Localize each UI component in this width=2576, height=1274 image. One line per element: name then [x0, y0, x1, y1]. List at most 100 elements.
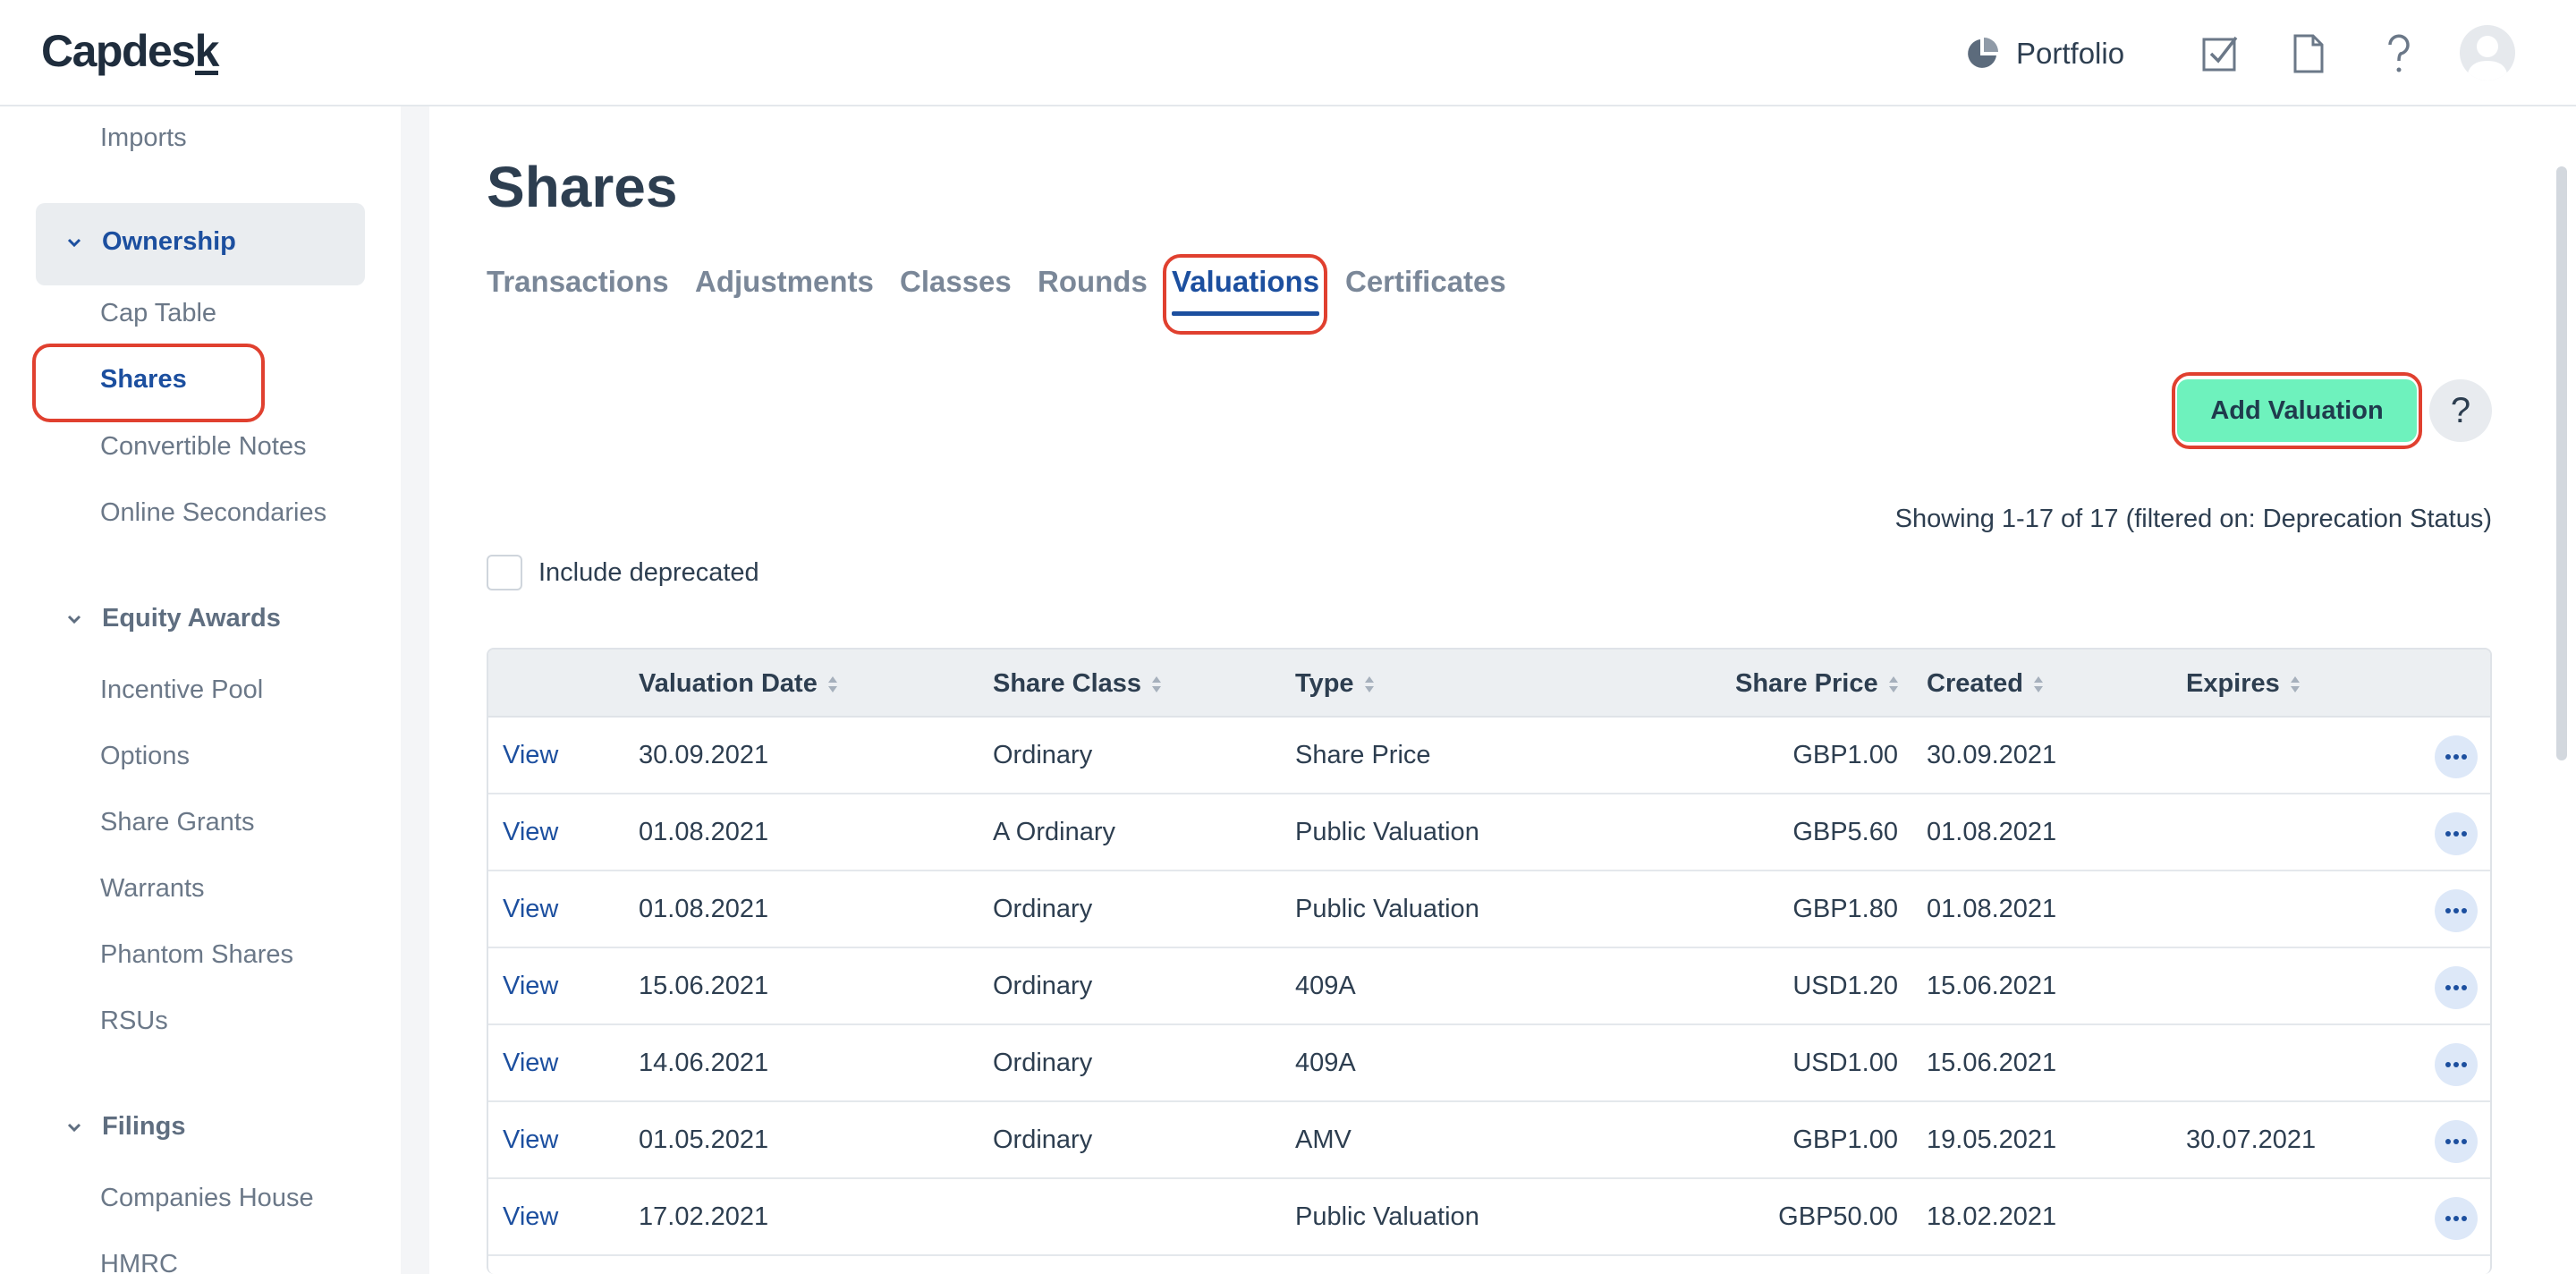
sidebar-item-cap-table[interactable]: Cap Table — [100, 299, 216, 328]
sidebar-section-ownership[interactable]: Ownership — [64, 227, 236, 257]
cell-created: 15.06.2021 — [1927, 1049, 2057, 1077]
cell-type: Share Price — [1295, 741, 1431, 769]
highlight-add-valuation — [2172, 372, 2422, 449]
row-actions-button[interactable] — [2435, 735, 2478, 778]
table-row: View 01.08.2021 Ordinary Public Valuation GB… — [488, 871, 2490, 948]
cell-share-price: USD1.20 — [1792, 972, 1898, 1000]
help-button[interactable]: ? — [2429, 379, 2492, 442]
view-link[interactable]: View — [503, 818, 558, 847]
top-bar: Capdesk Portfolio — [0, 0, 2576, 106]
help-question-icon[interactable] — [2377, 32, 2420, 75]
more-dots-icon — [2445, 1216, 2467, 1221]
sidebar-item-online-secondaries[interactable]: Online Secondaries — [100, 498, 326, 528]
cell-type: 409A — [1295, 1049, 1356, 1077]
tab-certificates[interactable]: Certificates — [1345, 265, 1506, 299]
view-link[interactable]: View — [503, 1202, 558, 1232]
cell-type: 409A — [1295, 972, 1356, 1000]
include-deprecated-label: Include deprecated — [538, 557, 759, 587]
table-row: View 01.05.2021 Ordinary AMV GBP1.00 19.05.20… — [488, 1102, 2490, 1179]
tab-adjustments[interactable]: Adjustments — [695, 265, 874, 299]
more-dots-icon — [2445, 831, 2467, 837]
table-row: View 30.09.2021 Ordinary Share Price GBP1.00… — [488, 718, 2490, 794]
table-row: View 17.02.2021 Public Valuation GBP50.00 18… — [488, 1179, 2490, 1256]
cell-valuation-date: 01.08.2021 — [639, 895, 769, 923]
more-dots-icon — [2445, 754, 2467, 760]
tab-classes[interactable]: Classes — [900, 265, 1012, 299]
cell-type: Public Valuation — [1295, 895, 1479, 923]
sort-icon — [1364, 675, 1374, 692]
highlight-valuations-tab — [1163, 254, 1327, 335]
row-actions-button[interactable] — [2435, 1120, 2478, 1163]
sort-icon — [2290, 675, 2300, 692]
cell-share-price: GBP1.00 — [1792, 1125, 1898, 1154]
row-actions-button[interactable] — [2435, 889, 2478, 932]
sidebar-section-equity-awards[interactable]: Equity Awards — [64, 604, 281, 633]
results-count: Showing 1-17 of 17 (filtered on: Depreca… — [1894, 505, 2492, 533]
cell-share-class: A Ordinary — [993, 818, 1115, 846]
row-actions-button[interactable] — [2435, 1197, 2478, 1240]
column-expires[interactable]: Expires — [2186, 669, 2301, 699]
row-actions-button[interactable] — [2435, 1043, 2478, 1086]
user-silhouette-icon — [2467, 36, 2508, 81]
view-link[interactable]: View — [503, 1125, 558, 1155]
view-link[interactable]: View — [503, 741, 558, 770]
column-share-price[interactable]: Share Price — [1735, 669, 1900, 699]
cell-share-class: Ordinary — [993, 972, 1093, 1000]
highlight-shares — [32, 344, 265, 422]
sidebar-section-filings[interactable]: Filings — [64, 1112, 185, 1142]
user-avatar[interactable] — [2460, 25, 2515, 81]
cell-valuation-date: 30.09.2021 — [639, 741, 769, 769]
cell-valuation-date: 15.06.2021 — [639, 972, 769, 1000]
table-header: Valuation Date Share Class Type Share Pr… — [488, 650, 2490, 718]
portfolio-link[interactable]: Portfolio — [1964, 0, 2124, 106]
sidebar-item-warrants[interactable]: Warrants — [100, 874, 205, 904]
document-icon[interactable] — [2286, 32, 2329, 75]
row-actions-button[interactable] — [2435, 966, 2478, 1009]
column-created[interactable]: Created — [1927, 669, 2045, 699]
table-row: View 14.06.2021 Ordinary 409A USD1.00 15.06.2… — [488, 1025, 2490, 1102]
sidebar-item-imports[interactable]: Imports — [100, 123, 187, 153]
sidebar-item-options[interactable]: Options — [100, 742, 190, 771]
sidebar-item-convertible-notes[interactable]: Convertible Notes — [100, 432, 307, 462]
include-deprecated-checkbox[interactable] — [487, 555, 522, 590]
cell-share-price: GBP50.00 — [1778, 1202, 1898, 1231]
capdesk-logo[interactable]: Capdesk — [41, 25, 219, 77]
sidebar-item-share-grants[interactable]: Share Grants — [100, 808, 254, 837]
chevron-down-icon — [67, 1123, 81, 1132]
cell-share-price: GBP1.80 — [1792, 895, 1898, 923]
column-share-class[interactable]: Share Class — [993, 669, 1163, 699]
sidebar-item-phantom-shares[interactable]: Phantom Shares — [100, 940, 293, 970]
view-link[interactable]: View — [503, 1049, 558, 1078]
sidebar-item-hmrc[interactable]: HMRC — [100, 1250, 178, 1274]
sidebar-item-companies-house[interactable]: Companies House — [100, 1184, 314, 1213]
more-dots-icon — [2445, 1062, 2467, 1067]
page-title: Shares — [487, 155, 678, 219]
column-type[interactable]: Type — [1295, 669, 1376, 699]
tab-transactions[interactable]: Transactions — [487, 265, 669, 299]
cell-created: 01.08.2021 — [1927, 895, 2057, 923]
sort-icon — [827, 675, 837, 692]
sort-icon — [1152, 675, 1162, 692]
cell-share-class: Ordinary — [993, 741, 1093, 769]
include-deprecated-row[interactable]: Include deprecated — [487, 555, 759, 590]
cell-created: 30.09.2021 — [1927, 741, 2057, 769]
tasks-checkbox-icon[interactable] — [2199, 32, 2241, 75]
cell-share-price: GBP5.60 — [1792, 818, 1898, 846]
table-row: View 01.08.2021 A Ordinary Public Valuation… — [488, 794, 2490, 871]
chevron-down-icon — [67, 615, 81, 624]
cell-valuation-date: 17.02.2021 — [639, 1202, 769, 1231]
page-scrollbar[interactable] — [2556, 166, 2567, 760]
valuations-table: Valuation Date Share Class Type Share Pr… — [487, 648, 2492, 1274]
sidebar-item-incentive-pool[interactable]: Incentive Pool — [100, 675, 263, 705]
cell-valuation-date: 01.05.2021 — [639, 1125, 769, 1154]
sidebar-item-rsus[interactable]: RSUs — [100, 1006, 168, 1036]
cell-share-price: GBP1.00 — [1792, 741, 1898, 769]
view-link[interactable]: View — [503, 972, 558, 1001]
view-link[interactable]: View — [503, 895, 558, 924]
chevron-down-icon — [67, 238, 81, 247]
column-valuation-date[interactable]: Valuation Date — [639, 669, 839, 699]
sort-icon — [2034, 675, 2043, 692]
row-actions-button[interactable] — [2435, 812, 2478, 855]
cell-expires: 30.07.2021 — [2186, 1125, 2317, 1154]
tab-rounds[interactable]: Rounds — [1038, 265, 1148, 299]
